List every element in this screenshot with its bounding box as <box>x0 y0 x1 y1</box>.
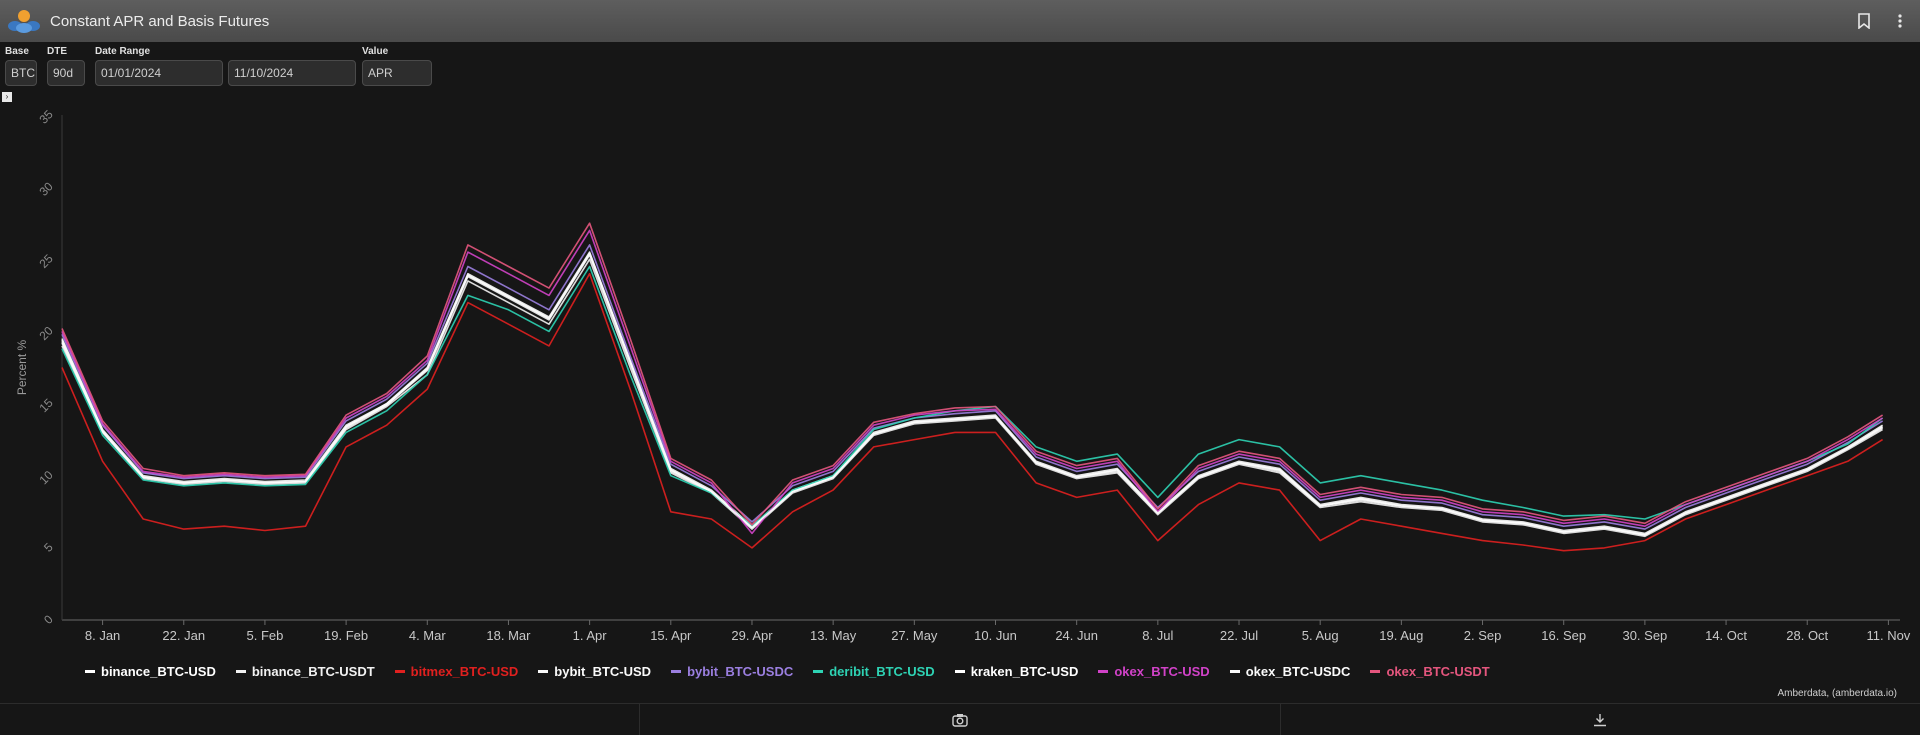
legend-label: bitmex_BTC-USD <box>410 664 519 679</box>
legend-item-deribit_BTC-USD[interactable]: deribit_BTC-USD <box>813 664 935 679</box>
download-icon <box>1594 713 1607 726</box>
screenshot-button[interactable] <box>640 704 1281 735</box>
legend-label: okex_BTC-USD <box>1114 664 1210 679</box>
y-tick-label: 35 <box>36 107 56 127</box>
chart-credit: Amberdata, (amberdata.io) <box>1777 688 1897 699</box>
camera-icon <box>952 713 968 727</box>
x-tick-label: 22. Jan <box>162 628 205 643</box>
legend-swatch <box>1229 670 1240 673</box>
x-tick-label: 19. Feb <box>324 628 368 643</box>
series-line-bybit_BTC-USD <box>61 254 1884 536</box>
series-line-binance_BTC-USD <box>61 251 1884 535</box>
date-range-label: Date Range <box>95 46 151 57</box>
x-tick-label: 4. Mar <box>409 628 447 643</box>
start-date-input[interactable]: 01/01/2024 <box>95 60 223 86</box>
apr-line-chart: 0 5 10 15 20 25 30 35 Percent % 8. Jan 22. Jan 5. F… <box>15 107 1911 643</box>
series-line-okex_BTC-USD <box>61 229 1884 535</box>
title-bar: Constant APR and Basis Futures <box>0 0 1920 42</box>
legend-item-okex_BTC-USDT[interactable]: okex_BTC-USDT <box>1370 664 1490 679</box>
base-select[interactable]: BTC <box>5 60 37 86</box>
x-tick-label: 18. Mar <box>486 628 531 643</box>
series-line-bybit_BTC-USDC <box>61 244 1884 530</box>
x-tick-label: 13. May <box>810 628 857 643</box>
x-tick-label: 22. Jul <box>1220 628 1258 643</box>
footer-cell-empty <box>0 704 641 735</box>
y-tick-label: 20 <box>36 323 56 343</box>
legend-label: okex_BTC-USDT <box>1386 664 1490 679</box>
series-line-okex_BTC-USDT <box>61 222 1884 526</box>
legend-swatch <box>1098 670 1109 673</box>
series-line-okex_BTC-USDC <box>61 252 1884 536</box>
legend-swatch <box>85 670 95 673</box>
amberdata-logo-icon <box>8 10 40 33</box>
legend-label: deribit_BTC-USD <box>829 664 935 679</box>
legend-label: binance_BTC-USDT <box>251 664 375 679</box>
base-label: Base <box>5 46 29 57</box>
x-tick-label: 27. May <box>891 628 938 643</box>
legend-item-bybit_BTC-USD[interactable]: bybit_BTC-USD <box>538 664 651 679</box>
y-tick-label: 5 <box>41 540 56 555</box>
legend-swatch <box>538 670 549 673</box>
y-tick-label: 30 <box>36 179 56 199</box>
chart-legend: binance_BTC-USD binance_BTC-USDT bitmex_BT… <box>85 664 1510 679</box>
y-tick-label: 0 <box>41 612 56 627</box>
x-tick-label: 5. Aug <box>1302 628 1339 643</box>
date-range-control: Date Range 01/01/2024 11/10/2024 <box>95 46 356 86</box>
bookmark-icon[interactable] <box>1854 11 1874 31</box>
x-tick-label: 11. Nov <box>1866 628 1910 643</box>
x-tick-label: 28. Oct <box>1786 628 1828 643</box>
legend-item-binance_BTC-USDT[interactable]: binance_BTC-USDT <box>235 664 375 679</box>
download-button[interactable] <box>1281 704 1920 735</box>
x-tick-label: 15. Apr <box>650 628 692 643</box>
value-select[interactable]: APR <box>362 60 432 86</box>
filter-controls: Base BTC DTE 90d Date Range 01/01/2024 1… <box>0 46 1920 90</box>
value-control: Value APR <box>362 46 432 86</box>
x-tick-label: 1. Apr <box>573 628 608 643</box>
series-line-kraken_BTC-USD <box>61 252 1884 536</box>
legend-item-binance_BTC-USD[interactable]: binance_BTC-USD <box>85 664 216 679</box>
y-tick-label: 10 <box>36 468 56 488</box>
y-tick-label: 15 <box>36 396 56 416</box>
dte-label: DTE <box>47 46 67 57</box>
value-label: Value <box>362 46 389 57</box>
x-tick-label: 24. Jun <box>1055 628 1098 643</box>
legend-item-kraken_BTC-USD[interactable]: kraken_BTC-USD <box>954 664 1079 679</box>
legend-swatch <box>671 670 682 673</box>
chart-footer <box>0 703 1920 735</box>
x-tick-label: 14. Oct <box>1705 628 1747 643</box>
y-axis-label: Percent % <box>15 339 29 395</box>
x-tick-label: 8. Jul <box>1142 628 1173 643</box>
x-tick-label: 8. Jan <box>85 628 120 643</box>
series-line-binance_BTC-USDT <box>61 258 1884 538</box>
y-tick-label: 25 <box>36 251 56 271</box>
legend-label: kraken_BTC-USD <box>970 664 1079 679</box>
x-tick-label: 5. Feb <box>247 628 284 643</box>
legend-label: bybit_BTC-USD <box>554 664 652 679</box>
legend-item-bitmex_BTC-USD[interactable]: bitmex_BTC-USD <box>394 664 519 679</box>
legend-swatch <box>813 670 824 673</box>
dte-select[interactable]: 90d <box>47 60 85 86</box>
legend-swatch <box>394 670 405 673</box>
base-control: Base BTC <box>5 46 37 86</box>
legend-swatch <box>1370 670 1381 673</box>
x-tick-label: 2. Sep <box>1464 628 1502 643</box>
x-tick-label: 16. Sep <box>1541 628 1586 643</box>
legend-item-okex_BTC-USD[interactable]: okex_BTC-USD <box>1098 664 1210 679</box>
legend-label: okex_BTC-USDC <box>1245 664 1351 679</box>
x-tick-label: 30. Sep <box>1622 628 1667 643</box>
page-title: Constant APR and Basis Futures <box>50 12 270 30</box>
legend-item-okex_BTC-USDC[interactable]: okex_BTC-USDC <box>1229 664 1351 679</box>
dte-control: DTE 90d <box>47 46 85 86</box>
legend-label: bybit_BTC-USDC <box>687 664 794 679</box>
legend-item-bybit_BTC-USDC[interactable]: bybit_BTC-USDC <box>671 664 793 679</box>
x-tick-label: 10. Jun <box>974 628 1017 643</box>
legend-swatch <box>235 670 246 673</box>
more-vertical-icon[interactable] <box>1890 11 1910 31</box>
x-tick-label: 19. Aug <box>1379 628 1423 643</box>
legend-swatch <box>954 670 965 673</box>
x-tick-label: 29. Apr <box>731 628 773 643</box>
end-date-input[interactable]: 11/10/2024 <box>228 60 356 86</box>
legend-label: binance_BTC-USD <box>101 664 216 679</box>
series-line-deribit_BTC-USD <box>61 265 1884 527</box>
